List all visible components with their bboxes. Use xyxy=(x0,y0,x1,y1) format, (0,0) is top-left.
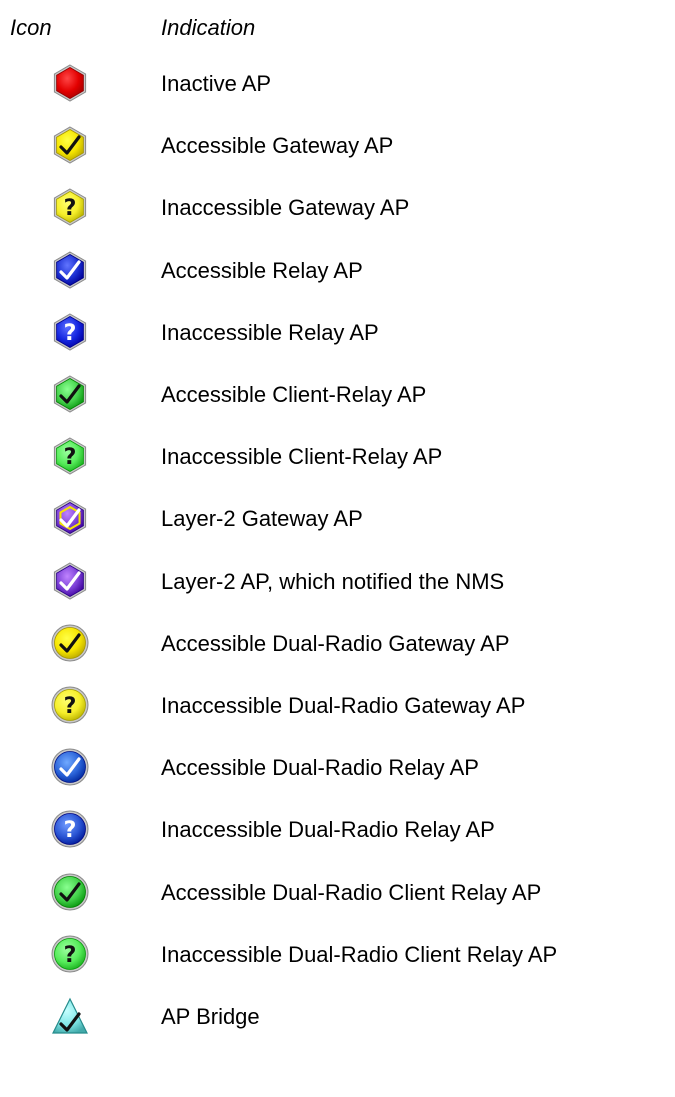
svg-text:?: ? xyxy=(64,445,77,470)
indication-label: Inactive AP xyxy=(161,71,272,96)
inaccessible-dual-radio-relay-ap-icon: ? xyxy=(50,809,90,849)
svg-text:?: ? xyxy=(64,943,77,968)
indication-label: Inaccessible Dual-Radio Client Relay AP xyxy=(161,941,558,967)
indication-label: Layer-2 Gateway AP xyxy=(161,506,363,532)
ap-bridge-icon xyxy=(50,996,90,1036)
indication-label: AP Bridge xyxy=(161,1004,260,1029)
indication-column-header: Indication xyxy=(161,15,256,40)
accessible-gateway-ap-icon xyxy=(50,125,90,165)
accessible-dual-radio-client-relay-ap-icon xyxy=(50,872,90,912)
indication-label: Layer-2 AP, which notified the NMS xyxy=(161,568,505,594)
svg-text:?: ? xyxy=(64,694,77,719)
legend-row: Accessible Gateway AP xyxy=(0,117,675,175)
indication-label: Inaccessible Dual-Radio Relay AP xyxy=(161,817,495,843)
indication-label: Accessible Relay AP xyxy=(161,257,363,283)
legend-row: ? Inaccessible Relay AP xyxy=(0,304,675,362)
legend-row: Accessible Dual-Radio Client Relay AP xyxy=(0,864,675,922)
accessible-dual-radio-relay-ap-icon xyxy=(50,747,90,787)
layer-2-gateway-ap-icon xyxy=(50,498,90,538)
indication-label: Accessible Gateway AP xyxy=(161,133,394,159)
legend-row: Accessible Relay AP xyxy=(0,242,675,300)
indication-label: Inaccessible Dual-Radio Gateway AP xyxy=(161,693,526,718)
legend-row: ? Inaccessible Gateway AP xyxy=(0,179,675,237)
accessible-dual-radio-gateway-ap-icon xyxy=(50,623,90,663)
legend-row: AP Bridge xyxy=(0,988,675,1046)
indication-label: Accessible Client-Relay AP xyxy=(161,382,427,407)
inaccessible-dual-radio-gateway-ap-icon: ? xyxy=(50,685,90,725)
indication-label: Accessible Dual-Radio Relay AP xyxy=(161,755,479,781)
icon-column-header: Icon xyxy=(10,15,52,40)
legend-row: Accessible Client-Relay AP xyxy=(0,366,675,424)
accessible-client-relay-ap-icon xyxy=(50,374,90,414)
legend-header: Icon Indication xyxy=(0,10,675,46)
svg-text:?: ? xyxy=(64,818,77,843)
indication-label: Inaccessible Gateway AP xyxy=(161,195,410,221)
inaccessible-dual-radio-client-relay-ap-icon: ? xyxy=(50,934,90,974)
indication-label: Inaccessible Relay AP xyxy=(161,319,379,345)
indication-label: Inaccessible Client-Relay AP xyxy=(161,444,443,470)
legend-row: Accessible Dual-Radio Relay AP xyxy=(0,739,675,797)
svg-text:?: ? xyxy=(64,321,77,346)
inaccessible-gateway-ap-icon: ? xyxy=(50,187,90,227)
inaccessible-client-relay-ap-icon: ? xyxy=(50,436,90,476)
inaccessible-relay-ap-icon: ? xyxy=(50,312,90,352)
svg-text:?: ? xyxy=(64,196,77,221)
legend-row: Accessible Dual-Radio Gateway AP xyxy=(0,615,675,673)
accessible-relay-ap-icon xyxy=(50,250,90,290)
legend-row: ? Inaccessible Dual-Radio Gateway AP xyxy=(0,677,675,735)
legend-row: ? Inaccessible Client-Relay AP xyxy=(0,428,675,486)
legend-row: Layer-2 AP, which notified the NMS xyxy=(0,553,675,611)
inactive-ap-icon xyxy=(50,63,90,103)
legend-row: ? Inaccessible Dual-Radio Relay AP xyxy=(0,801,675,859)
legend-row: Inactive AP xyxy=(0,55,675,113)
indication-label: Accessible Dual-Radio Gateway AP xyxy=(161,630,510,656)
indication-label: Accessible Dual-Radio Client Relay AP xyxy=(161,879,542,905)
legend-row: ? Inaccessible Dual-Radio Client Relay AP xyxy=(0,926,675,984)
legend-row: Layer-2 Gateway AP xyxy=(0,490,675,548)
layer-2-ap-icon xyxy=(50,561,90,601)
